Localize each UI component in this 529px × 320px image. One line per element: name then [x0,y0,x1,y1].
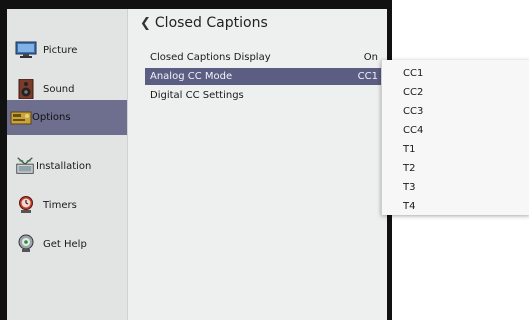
cc-mode-dropdown: CC1 CC2 CC3 CC4 T1 T2 T3 T4 [381,60,529,215]
chevron-left-icon[interactable]: ❮ [140,16,151,31]
row-value: On [363,52,378,63]
screen: Picture Sound Options Installation Timer… [0,0,529,320]
dropdown-option-cc4[interactable]: CC4 [382,121,529,140]
sidebar-item-label: Sound [43,83,75,95]
dropdown-option-t2[interactable]: T2 [382,159,529,178]
page-title-text: Closed Captions [154,15,268,31]
antenna-icon [14,156,36,176]
sidebar-item-timers[interactable]: Timers [7,187,127,223]
row-label: Digital CC Settings [150,90,244,101]
dropdown-option-cc2[interactable]: CC2 [382,83,529,102]
dropdown-option-t1[interactable]: T1 [382,140,529,159]
sidebar-item-picture[interactable]: Picture [7,32,127,68]
sidebar-item-options[interactable]: Options [7,100,127,135]
main-panel: ❮ Closed Captions Closed Captions Displa… [128,9,387,320]
tv-menu-frame: Picture Sound Options Installation Timer… [0,0,392,320]
row-label: Closed Captions Display [150,52,271,63]
sidebar-item-label: Installation [36,160,92,172]
sidebar-item-label: Picture [43,44,78,56]
row-label: Analog CC Mode [150,71,233,82]
dropdown-option-cc1[interactable]: CC1 [382,64,529,83]
sidebar: Picture Sound Options Installation Timer… [7,9,128,320]
menu-row-closed-captions-display[interactable]: Closed Captions Display On [145,49,385,66]
timer-icon [15,195,37,215]
dropdown-option-cc3[interactable]: CC3 [382,102,529,121]
help-icon [15,234,37,254]
sidebar-item-installation[interactable]: Installation [7,148,127,184]
sidebar-item-get-help[interactable]: Get Help [7,226,127,262]
sidebar-item-label: Timers [43,199,77,211]
menu-row-analog-cc-mode[interactable]: Analog CC Mode CC1 [145,68,385,85]
monitor-icon [15,40,37,60]
sidebar-item-label: Options [32,112,71,123]
speaker-icon [15,79,37,99]
sidebar-item-label: Get Help [43,238,87,250]
page-title: ❮ Closed Captions [140,15,268,31]
dropdown-option-t3[interactable]: T3 [382,178,529,197]
row-value: CC1 [357,71,378,82]
options-icon [10,108,32,128]
menu-row-digital-cc-settings[interactable]: Digital CC Settings [145,87,385,104]
dropdown-option-t4[interactable]: T4 [382,197,529,216]
